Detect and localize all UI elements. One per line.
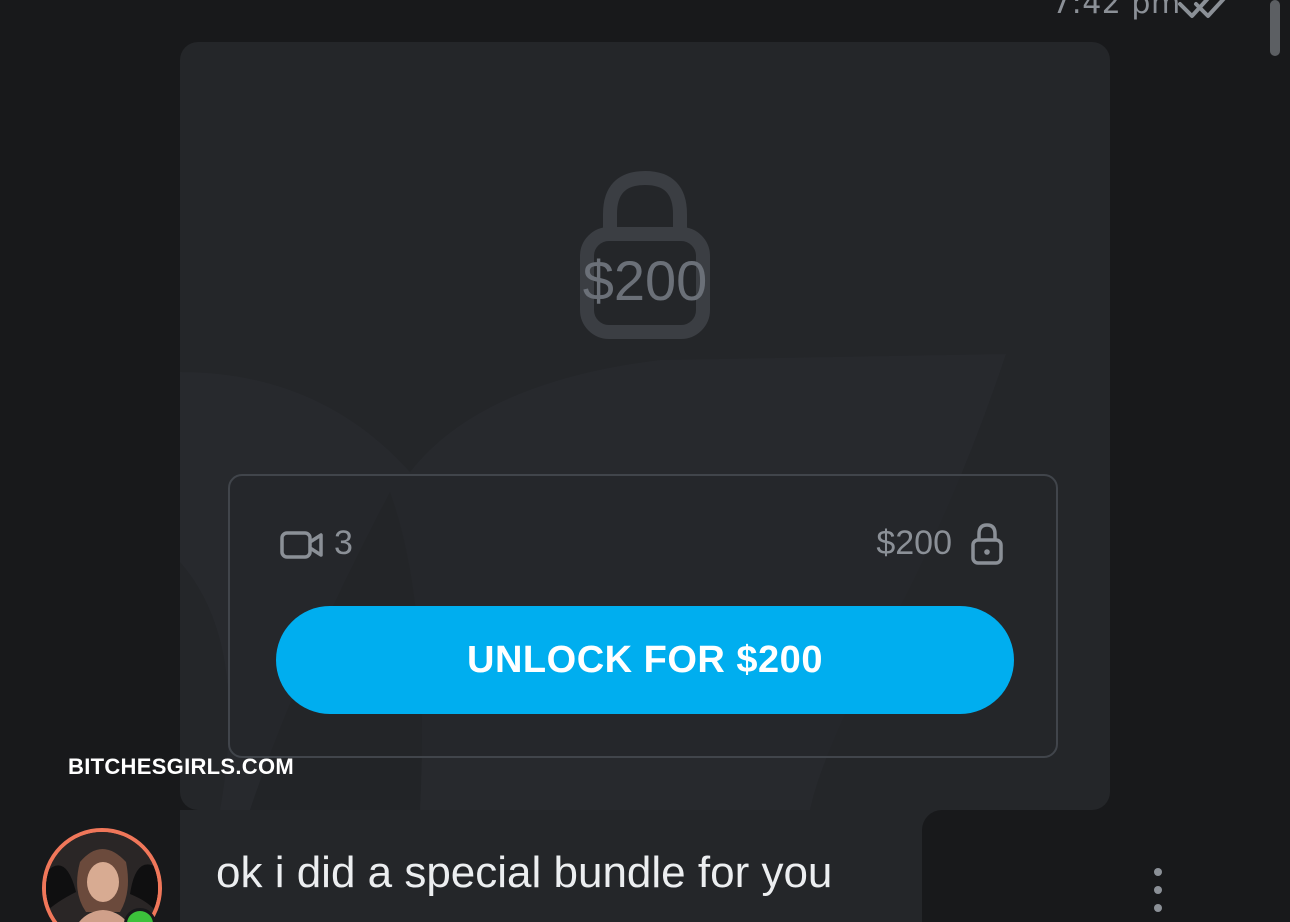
bubble-corner-cut — [922, 810, 962, 850]
message-timestamp: 7:42 pm — [1052, 0, 1181, 21]
media-count: 3 — [334, 524, 353, 562]
lock-icon — [971, 523, 1003, 565]
message-text: ok i did a special bundle for you — [216, 848, 833, 897]
chat-screen: 7:42 pm $200 3 $200 UNLOCK FOR $200 BITC… — [0, 0, 1290, 922]
more-options-button[interactable] — [1144, 868, 1172, 912]
hero-price: $200 — [582, 249, 708, 312]
video-camera-icon — [280, 531, 323, 559]
more-vertical-icon — [1154, 868, 1162, 876]
watermark: BITCHESGIRLS.COM — [68, 754, 295, 779]
unlock-button[interactable]: UNLOCK FOR $200 — [276, 606, 1014, 714]
locked-media-bubble[interactable]: $200 3 $200 UNLOCK FOR $200 — [180, 42, 1110, 810]
price-card: 3 $200 UNLOCK FOR $200 — [228, 474, 1058, 758]
double-check-icon — [1178, 0, 1226, 18]
price-label: $200 — [876, 524, 952, 562]
scrollbar[interactable] — [1270, 0, 1280, 56]
